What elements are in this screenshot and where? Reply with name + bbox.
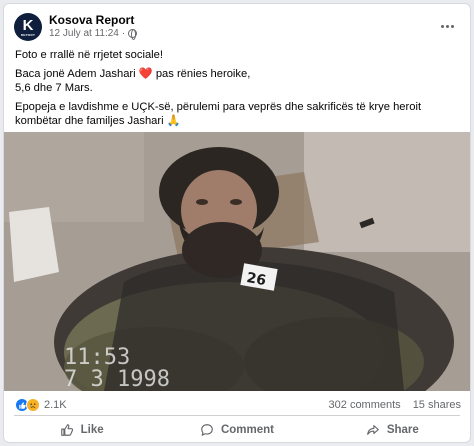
dot-icon [440, 24, 444, 28]
post-timestamp[interactable]: 12 July at 11:24 [49, 28, 119, 39]
like-button[interactable]: Like [4, 417, 159, 442]
reaction-count: 2.1K [44, 399, 67, 411]
praying-hands-emoji-icon: 🙏 [166, 115, 181, 127]
more-options-button[interactable] [436, 16, 458, 36]
post-line-2-after: pas rënies heroike, [155, 68, 251, 80]
shares-count[interactable]: 15 shares [413, 399, 461, 411]
post-line-2: Baca jonë Adem Jashari ❤️ pas rënies her… [15, 67, 465, 81]
like-label: Like [80, 424, 104, 436]
photo-overlay-date: 7 3 1998 [64, 367, 170, 391]
avatar-subtext: REPORT [20, 32, 36, 37]
globe-icon [128, 29, 138, 40]
engagement-counts: 302 comments 15 shares [329, 399, 461, 411]
page-avatar[interactable]: K REPORT [14, 13, 42, 41]
comment-label: Comment [220, 424, 274, 436]
post-header: K REPORT Kosova Report 12 July at 11:24 … [4, 4, 470, 50]
reactions-summary[interactable]: 2.1K [15, 398, 67, 412]
post-line-1: Foto e rrallë në rrjetet sociale! [15, 49, 163, 61]
post-line-3: 5,6 dhe 7 Mars. [15, 82, 93, 94]
facebook-post-card: K REPORT Kosova Report 12 July at 11:24 … [3, 3, 471, 443]
share-label: Share [386, 424, 419, 436]
comment-icon [201, 424, 213, 436]
post-line-4: Epopeja e lavdishme e UÇK-së, përulemi p… [15, 100, 465, 128]
post-text: Foto e rrallë në rrjetet sociale! Baca j… [15, 48, 465, 133]
post-line-4-text: Epopeja e lavdishme e UÇK-së, përulemi p… [15, 101, 422, 127]
actions-divider [14, 415, 460, 416]
dot-icon [445, 24, 449, 28]
dot-icon [450, 24, 454, 28]
post-photo[interactable]: 11:53 7 3 1998 26 [4, 132, 470, 391]
sad-icon [26, 398, 40, 412]
post-line-2-before: Baca jonë Adem Jashari [15, 68, 136, 80]
photo-illustration: 11:53 7 3 1998 26 [4, 132, 470, 391]
post-actions: Like Comment Share [4, 417, 470, 442]
share-icon [367, 425, 379, 435]
photo-tag-number: 26 [245, 270, 267, 289]
heart-emoji-icon: ❤️ [138, 68, 153, 80]
comments-count[interactable]: 302 comments [329, 399, 401, 411]
share-button[interactable]: Share [315, 417, 470, 442]
post-stats: 2.1K 302 comments 15 shares [4, 393, 470, 415]
post-meta: 12 July at 11:24 · [49, 28, 138, 40]
avatar-letter: K [22, 16, 34, 34]
page-name-link[interactable]: Kosova Report [49, 13, 134, 27]
thumbs-up-icon [60, 424, 73, 436]
comment-button[interactable]: Comment [159, 417, 314, 442]
